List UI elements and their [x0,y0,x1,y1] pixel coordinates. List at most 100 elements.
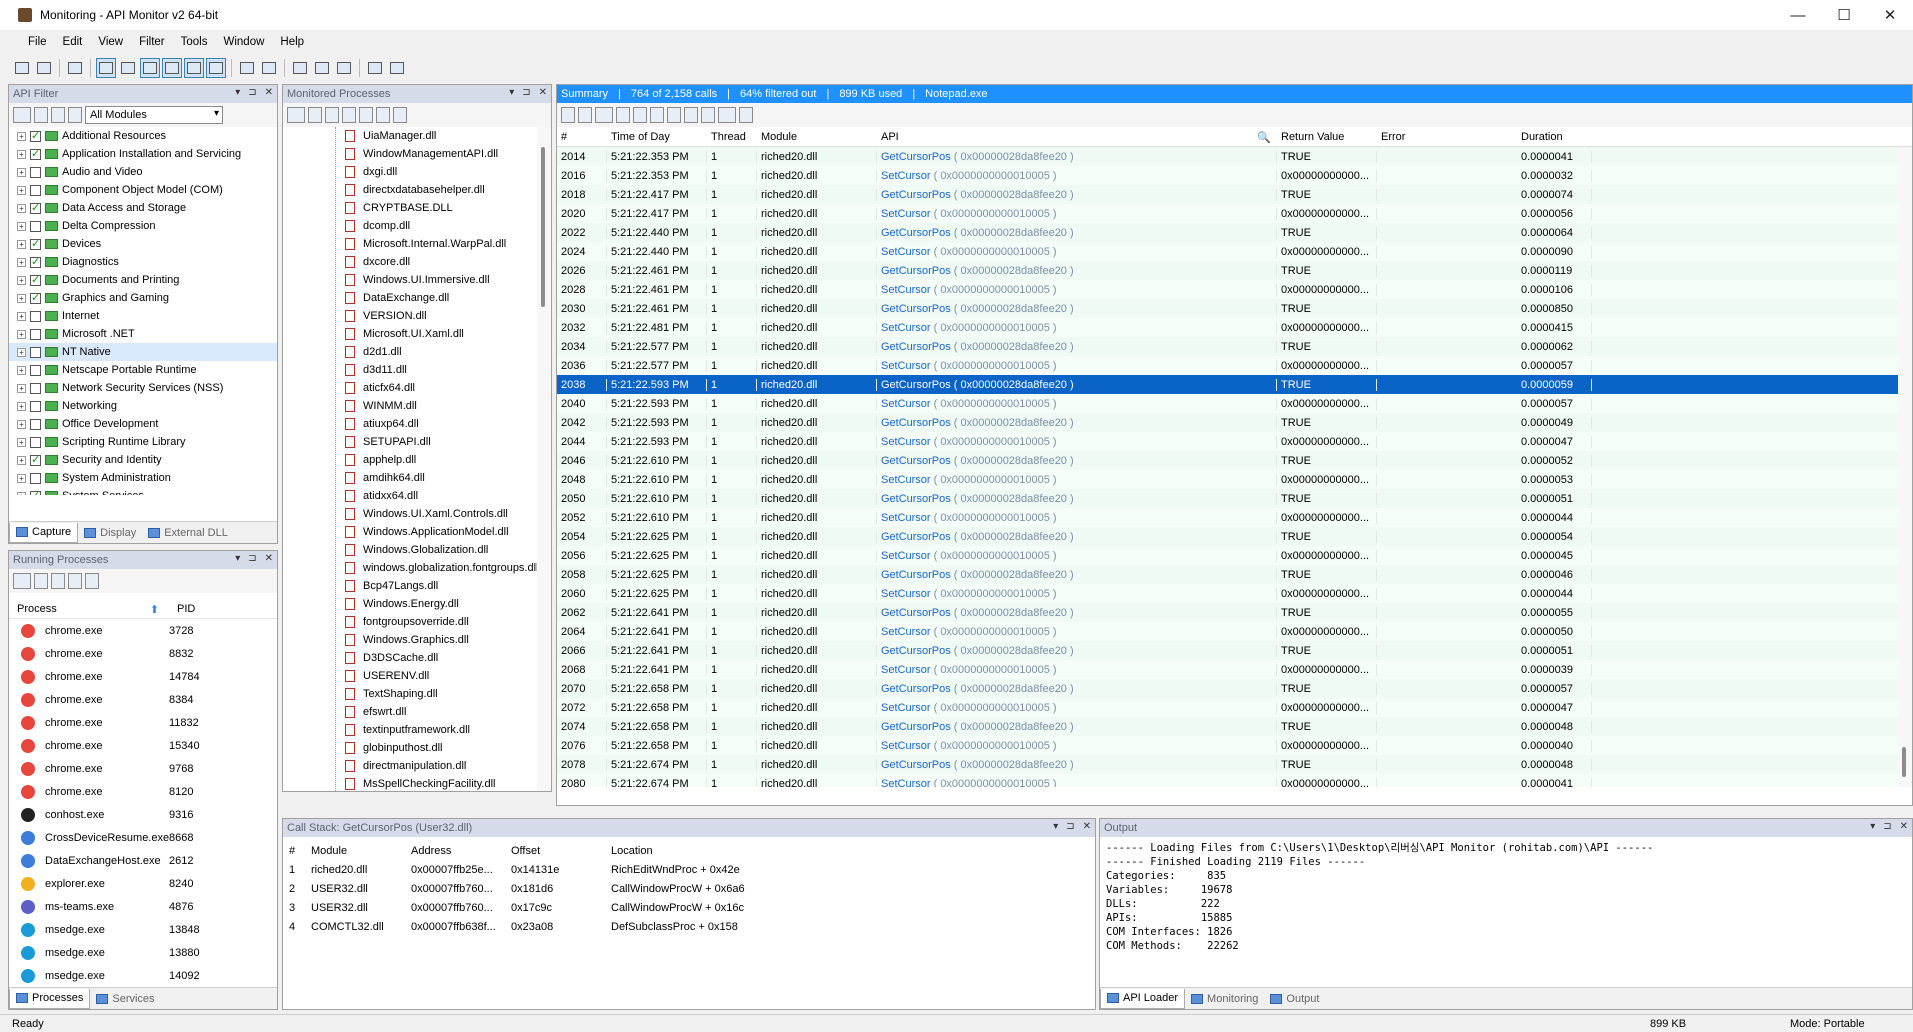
autoscroll-icon[interactable] [667,107,681,123]
tab-display[interactable]: Display [78,523,142,543]
api-category-item[interactable]: + Component Object Model (COM) [9,181,277,199]
expand-icon[interactable]: + [17,239,26,249]
service-icon[interactable] [68,573,82,589]
tools-icon[interactable] [312,58,332,78]
column-offset[interactable]: Offset [505,845,605,857]
summary-row[interactable]: 2024 5:21:22.440 PM 1 riched20.dll SetCu… [557,242,1912,261]
expand-icon[interactable]: + [17,329,26,339]
process-row[interactable]: chrome.exe 3728 [9,619,277,642]
column-address[interactable]: Address [405,845,505,857]
dropdown-icon[interactable]: ▾ [235,553,240,564]
summary-row[interactable]: 2076 5:21:22.658 PM 1 riched20.dll SetCu… [557,736,1912,755]
close-icon[interactable]: ✕ [265,553,273,564]
process-row[interactable]: chrome.exe 8384 [9,688,277,711]
summary-row[interactable]: 2028 5:21:22.461 PM 1 riched20.dll SetCu… [557,280,1912,299]
tab-monitoring[interactable]: Monitoring [1185,989,1264,1009]
monitor-icon[interactable] [237,58,257,78]
expand-icon[interactable]: + [17,455,26,465]
column-error[interactable]: Error [1377,131,1517,143]
tree-view-icon[interactable] [616,107,630,123]
refresh-icon[interactable] [308,107,322,123]
print-icon[interactable] [118,58,138,78]
column-location[interactable]: Location [605,845,825,857]
category-checkbox[interactable] [30,166,41,178]
call-stack-row[interactable]: 3 USER32.dll 0x00007ffb760... 0x17c9c CallWi… [283,898,1095,917]
dll-item[interactable]: fontgroupsoverride.dll [283,613,551,631]
column-api[interactable]: API 🔍 [877,131,1277,143]
menu-view[interactable]: View [90,36,131,48]
api-category-item[interactable]: + NT Native [9,343,277,361]
dll-scrollbar[interactable] [537,127,551,791]
pin-icon[interactable]: ⊐ [522,87,530,98]
expand-icon[interactable]: + [17,203,26,213]
kill-icon[interactable] [51,573,65,589]
api-category-item[interactable]: + Diagnostics [9,253,277,271]
api-category-item[interactable]: + Network Security Services (NSS) [9,379,277,397]
close-icon[interactable]: ✕ [1083,821,1091,832]
arrow-right-icon[interactable] [561,107,575,123]
dll-item[interactable]: WindowManagementAPI.dll [283,145,551,163]
maximize-button[interactable]: ☐ [1821,0,1867,30]
dll-item[interactable]: TextShaping.dll [283,685,551,703]
close-icon[interactable]: ✕ [1900,821,1908,832]
api-category-item[interactable]: + Audio and Video [9,163,277,181]
dll-item[interactable]: WINMM.dll [283,397,551,415]
process-row[interactable]: chrome.exe 11832 [9,711,277,734]
grid-icon[interactable] [650,107,664,123]
connect-icon[interactable] [359,107,373,123]
tab-services[interactable]: Services [90,989,160,1009]
summary-row[interactable]: 2034 5:21:22.577 PM 1 riched20.dll GetCu… [557,337,1912,356]
expand-icon[interactable]: + [17,275,26,285]
properties-icon[interactable] [85,573,99,589]
api-category-item[interactable]: + Office Development [9,415,277,433]
summary-row[interactable]: 2074 5:21:22.658 PM 1 riched20.dll GetCu… [557,717,1912,736]
dll-item[interactable]: amdihk64.dll [283,469,551,487]
menu-edit[interactable]: Edit [55,36,91,48]
code-icon[interactable] [96,58,116,78]
dll-item[interactable]: VERSION.dll [283,307,551,325]
dll-item[interactable]: d2d1.dll [283,343,551,361]
dropdown-icon[interactable]: ▾ [1870,821,1875,832]
help-icon[interactable] [387,58,407,78]
dll-item[interactable]: dxcore.dll [283,253,551,271]
dll-item[interactable]: MsSpellCheckingFacility.dll [283,775,551,791]
tab-output[interactable]: Output [1264,989,1325,1009]
expand-icon[interactable]: + [17,473,26,483]
process-row[interactable]: chrome.exe 8832 [9,642,277,665]
minimize-button[interactable]: — [1775,0,1821,30]
summary-row[interactable]: 2060 5:21:22.625 PM 1 riched20.dll SetCu… [557,584,1912,603]
call-stack-row[interactable]: 2 USER32.dll 0x00007ffb760... 0x181d6 CallWi… [283,879,1095,898]
category-checkbox[interactable] [30,273,41,286]
dll-item[interactable]: Windows.Graphics.dll [283,631,551,649]
api-category-item[interactable]: + Additional Resources [9,127,277,145]
save-icon[interactable] [34,58,54,78]
summary-row[interactable]: 2068 5:21:22.641 PM 1 riched20.dll SetCu… [557,660,1912,679]
summary-row[interactable]: 2020 5:21:22.417 PM 1 riched20.dll SetCu… [557,204,1912,223]
dropdown-icon[interactable]: ▾ [235,87,240,98]
column-module[interactable]: Module [757,131,877,143]
menu-window[interactable]: Window [216,36,273,48]
process-row[interactable]: chrome.exe 14784 [9,665,277,688]
open-folder-icon[interactable] [13,107,31,123]
summary-row[interactable]: 2014 5:21:22.353 PM 1 riched20.dll GetCu… [557,147,1912,166]
process-row[interactable]: chrome.exe 15340 [9,734,277,757]
pin-icon[interactable]: ⊐ [1883,821,1891,832]
summary-row[interactable]: 2042 5:21:22.593 PM 1 riched20.dll GetCu… [557,413,1912,432]
process-row[interactable]: conhost.exe 9316 [9,803,277,826]
summary-row[interactable]: 2016 5:21:22.353 PM 1 riched20.dll SetCu… [557,166,1912,185]
expand-icon[interactable]: + [17,149,26,159]
dll-item[interactable]: SETUPAPI.dll [283,433,551,451]
process-row[interactable]: ms-teams.exe 4876 [9,895,277,918]
api-category-item[interactable]: + Internet [9,307,277,325]
call-stack-row[interactable]: 1 riched20.dll 0x00007ffb25e... 0x14131e Ric… [283,860,1095,879]
copy-icon[interactable] [65,58,85,78]
process-row[interactable]: msedge.exe 13880 [9,941,277,964]
api-category-item[interactable]: + Scripting Runtime Library [9,433,277,451]
dll-item[interactable]: d3d11.dll [283,361,551,379]
summary-row[interactable]: 2032 5:21:22.481 PM 1 riched20.dll SetCu… [557,318,1912,337]
new-window-icon[interactable] [365,58,385,78]
column-module[interactable]: Module [305,845,405,857]
window-icon[interactable] [162,58,182,78]
category-checkbox[interactable] [30,147,41,160]
pin-icon[interactable]: ⊐ [248,87,256,98]
